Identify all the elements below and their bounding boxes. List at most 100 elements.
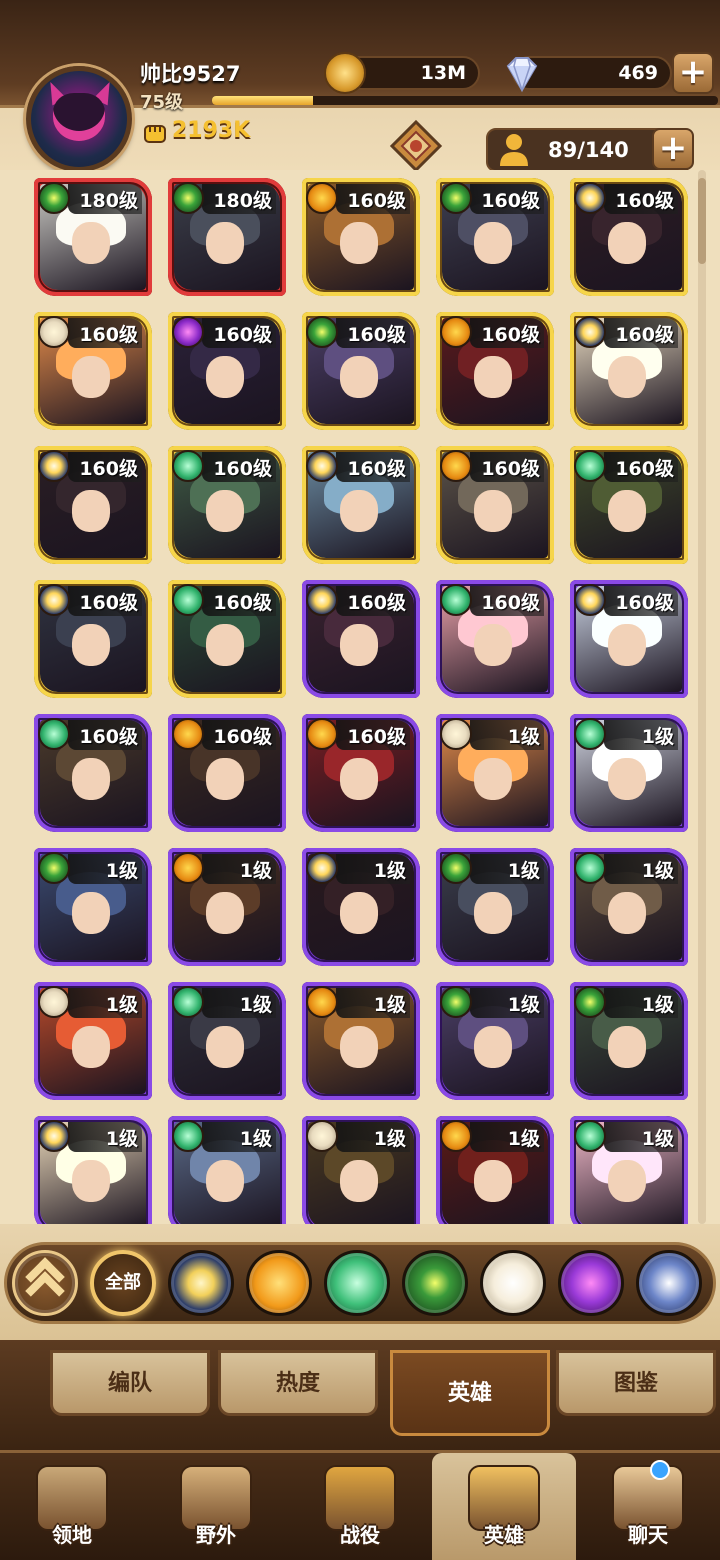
- nav-item-4[interactable]: 聊天: [576, 1453, 720, 1560]
- combat-power: 2193K: [172, 118, 251, 143]
- camp-emblem-icon[interactable]: [388, 118, 444, 174]
- hero-card[interactable]: 1级: [570, 1116, 688, 1224]
- nav-item-3[interactable]: 英雄: [432, 1453, 576, 1560]
- hero-card[interactable]: 160级: [34, 714, 152, 832]
- celestial-faction-icon: [38, 986, 70, 1018]
- graveborn-faction-icon: [38, 852, 70, 884]
- filter-lightbearer-button[interactable]: [168, 1250, 234, 1316]
- player-avatar[interactable]: [26, 66, 132, 172]
- subtab-0[interactable]: 编队: [50, 1350, 210, 1416]
- hero-card[interactable]: 160级: [570, 178, 688, 296]
- hero-card[interactable]: 1级: [436, 1116, 554, 1224]
- hero-card[interactable]: 160级: [570, 580, 688, 698]
- hero-card[interactable]: 160级: [34, 580, 152, 698]
- buy-gems-button[interactable]: +: [672, 52, 714, 94]
- hero-card[interactable]: 1级: [34, 982, 152, 1100]
- hero-card[interactable]: 160级: [570, 446, 688, 564]
- lightbearer2-faction-icon: [574, 316, 606, 348]
- nav-item-0[interactable]: 领地: [0, 1453, 144, 1560]
- subtab-1[interactable]: 热度: [218, 1350, 378, 1416]
- mauler-faction-icon: [440, 450, 472, 482]
- wilder-faction-icon: [574, 450, 606, 482]
- nav-item-1[interactable]: 野外: [144, 1453, 288, 1560]
- hero-card[interactable]: 160级: [436, 178, 554, 296]
- nav-item-2[interactable]: 战役: [288, 1453, 432, 1560]
- hero-level: 160级: [347, 726, 406, 748]
- hero-card[interactable]: 160级: [34, 446, 152, 564]
- filter-graveborn-button[interactable]: [402, 1250, 468, 1316]
- hero-level: 1级: [373, 994, 406, 1016]
- hero-card[interactable]: 160级: [436, 312, 554, 430]
- hero-face: [72, 758, 110, 800]
- filter-hypogean-button[interactable]: [558, 1250, 624, 1316]
- hero-card[interactable]: 160级: [302, 580, 420, 698]
- hero-card[interactable]: 160级: [34, 312, 152, 430]
- graveborn-faction-icon: [440, 182, 472, 214]
- hero-face: [608, 490, 646, 532]
- hero-face: [608, 356, 646, 398]
- hero-level: 1级: [373, 860, 406, 882]
- hero-level: 1级: [641, 860, 674, 882]
- hero-card[interactable]: 1级: [570, 982, 688, 1100]
- hero-face: [474, 758, 512, 800]
- hero-card[interactable]: 160级: [436, 446, 554, 564]
- hero-level: 1级: [239, 860, 272, 882]
- hero-card[interactable]: 1级: [302, 982, 420, 1100]
- hero-level: 160级: [213, 592, 272, 614]
- hero-card[interactable]: 1级: [168, 848, 286, 966]
- hero-level: 160级: [615, 190, 674, 212]
- wilder-faction-icon: [172, 1120, 204, 1152]
- filter-mauler-button[interactable]: [246, 1250, 312, 1316]
- subtab-2[interactable]: 英雄: [390, 1350, 550, 1436]
- hero-card[interactable]: 160级: [168, 312, 286, 430]
- filter-celestial-button[interactable]: [480, 1250, 546, 1316]
- hero-card[interactable]: 1级: [436, 982, 554, 1100]
- hero-card[interactable]: 160级: [302, 312, 420, 430]
- hero-card[interactable]: 1级: [436, 848, 554, 966]
- hero-card[interactable]: 1级: [168, 1116, 286, 1224]
- lightbearer2-faction-icon: [574, 182, 606, 214]
- expand-roster-button[interactable]: +: [652, 128, 694, 170]
- hero-level: 180级: [79, 190, 138, 212]
- hero-face: [206, 356, 244, 398]
- hero-card[interactable]: 160级: [570, 312, 688, 430]
- mauler-faction-icon: [306, 986, 338, 1018]
- hero-card[interactable]: 1级: [302, 1116, 420, 1224]
- hero-level: 1级: [105, 860, 138, 882]
- avatar-demon-portrait: [53, 93, 105, 141]
- hero-card[interactable]: 160级: [168, 714, 286, 832]
- hero-card[interactable]: 1级: [436, 714, 554, 832]
- hero-level: 160级: [213, 726, 272, 748]
- hero-card[interactable]: 160级: [302, 714, 420, 832]
- hero-card[interactable]: 1级: [34, 848, 152, 966]
- scroll-track[interactable]: [698, 170, 706, 1224]
- hero-face: [608, 1026, 646, 1068]
- hero-card[interactable]: 160级: [168, 580, 286, 698]
- collapse-up-button[interactable]: [12, 1250, 78, 1316]
- filter-dimensional-button[interactable]: [636, 1250, 702, 1316]
- scroll-thumb[interactable]: [698, 178, 706, 264]
- wilder-faction-icon: [574, 852, 606, 884]
- hero-card[interactable]: 160级: [302, 446, 420, 564]
- hero-card[interactable]: 1级: [570, 848, 688, 966]
- graveborn-faction-icon: [38, 182, 70, 214]
- hero-level: 180级: [213, 190, 272, 212]
- hero-card[interactable]: 1级: [34, 1116, 152, 1224]
- hero-card[interactable]: 1级: [302, 848, 420, 966]
- hero-card[interactable]: 160级: [302, 178, 420, 296]
- hero-face: [72, 1026, 110, 1068]
- subtab-3[interactable]: 图鉴: [556, 1350, 716, 1416]
- hero-card[interactable]: 1级: [168, 982, 286, 1100]
- nav-label: 聊天: [628, 1523, 668, 1547]
- hero-card[interactable]: 180级: [168, 178, 286, 296]
- hero-face: [340, 490, 378, 532]
- hero-card[interactable]: 1级: [570, 714, 688, 832]
- hero-card[interactable]: 160级: [168, 446, 286, 564]
- hero-level: 1级: [105, 994, 138, 1016]
- hero-card[interactable]: 160级: [436, 580, 554, 698]
- hero-card[interactable]: 180级: [34, 178, 152, 296]
- graveborn-faction-icon: [306, 316, 338, 348]
- person-icon: [500, 134, 528, 166]
- filter-wilder-button[interactable]: [324, 1250, 390, 1316]
- filter-all-button[interactable]: 全部: [90, 1250, 156, 1316]
